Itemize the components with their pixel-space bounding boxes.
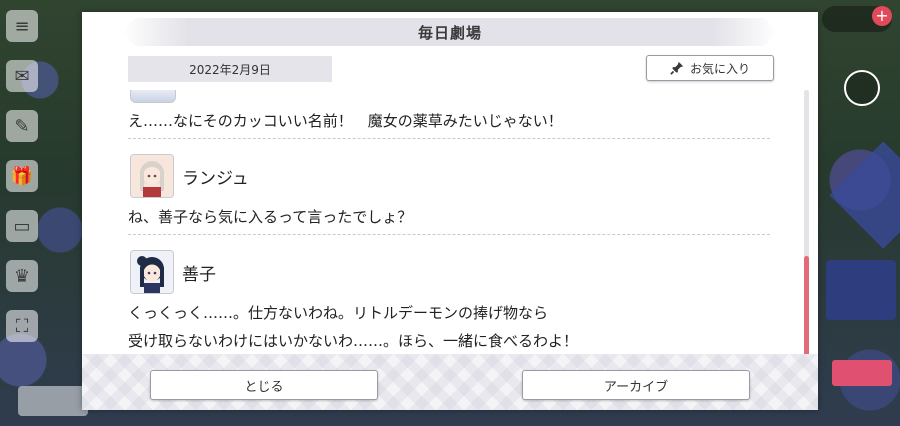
dialog-header: 毎日劇場 — [122, 18, 778, 46]
scrollbar-thumb[interactable] — [804, 256, 809, 366]
side-card[interactable] — [826, 260, 896, 320]
dialog-footer: とじる アーカイブ — [82, 354, 818, 410]
message-line: 受け取らないわけにはいかないわ……。ほら、一緒に食べるわよ！ — [128, 332, 579, 350]
screen-icon[interactable]: ▭ — [6, 210, 38, 242]
menu-icon[interactable]: ≡ — [6, 10, 38, 42]
date-label: 2022年2月9日 — [128, 56, 332, 82]
left-side-menu: ≡ ✉ ✎ 🎁 ▭ ♛ ⛶ — [6, 10, 42, 360]
pin-icon — [670, 61, 684, 75]
chat-log[interactable]: え……なにそのカッコいい名前！ 魔女の薬草みたいじゃない！ ランジュ ね、善子な… — [128, 90, 770, 360]
message-line: ね、善子なら気に入るって言ったでしょ？ — [128, 208, 413, 226]
message-line: くっくっく……。仕方ないわね。リトルデーモンの捧げ物なら — [128, 304, 549, 322]
expand-icon[interactable]: ⛶ — [6, 310, 38, 342]
avatar-yoshiko — [130, 250, 174, 294]
speaker-name: 善子 — [182, 264, 216, 285]
divider — [128, 138, 770, 139]
speaker-row: ランジュ — [130, 154, 249, 198]
plus-icon[interactable]: + — [872, 6, 892, 26]
right-side-ui: + — [818, 0, 900, 426]
divider — [128, 234, 770, 235]
left-bottom-panel[interactable] — [18, 386, 88, 416]
mail-icon[interactable]: ✎ — [6, 110, 38, 142]
gift-icon[interactable]: 🎁 — [6, 160, 38, 192]
archive-button[interactable]: アーカイブ — [522, 370, 750, 400]
cup-icon[interactable]: ♛ — [6, 260, 38, 292]
event-diamond-icon[interactable] — [829, 141, 900, 249]
speaker-row: 善子 — [130, 250, 216, 294]
close-button[interactable]: とじる — [150, 370, 378, 400]
speaker-name: ランジュ — [182, 168, 249, 189]
favorite-label: お気に入り — [689, 61, 750, 76]
avatar — [130, 90, 176, 103]
side-red-label[interactable] — [832, 360, 892, 386]
dialog-title: 毎日劇場 — [417, 23, 482, 42]
daily-theater-dialog: 毎日劇場 2022年2月9日 お気に入り え……なにそのカッコいい名前！ 魔女の… — [82, 12, 818, 410]
chat-icon[interactable]: ✉ — [6, 60, 38, 92]
avatar-lanzhu — [130, 154, 174, 198]
message-line: え……なにそのカッコいい名前！ 魔女の薬草みたいじゃない！ — [128, 112, 563, 130]
scrollbar-track[interactable] — [804, 90, 809, 366]
favorite-button[interactable]: お気に入り — [646, 55, 774, 81]
present-icon[interactable] — [844, 70, 880, 106]
